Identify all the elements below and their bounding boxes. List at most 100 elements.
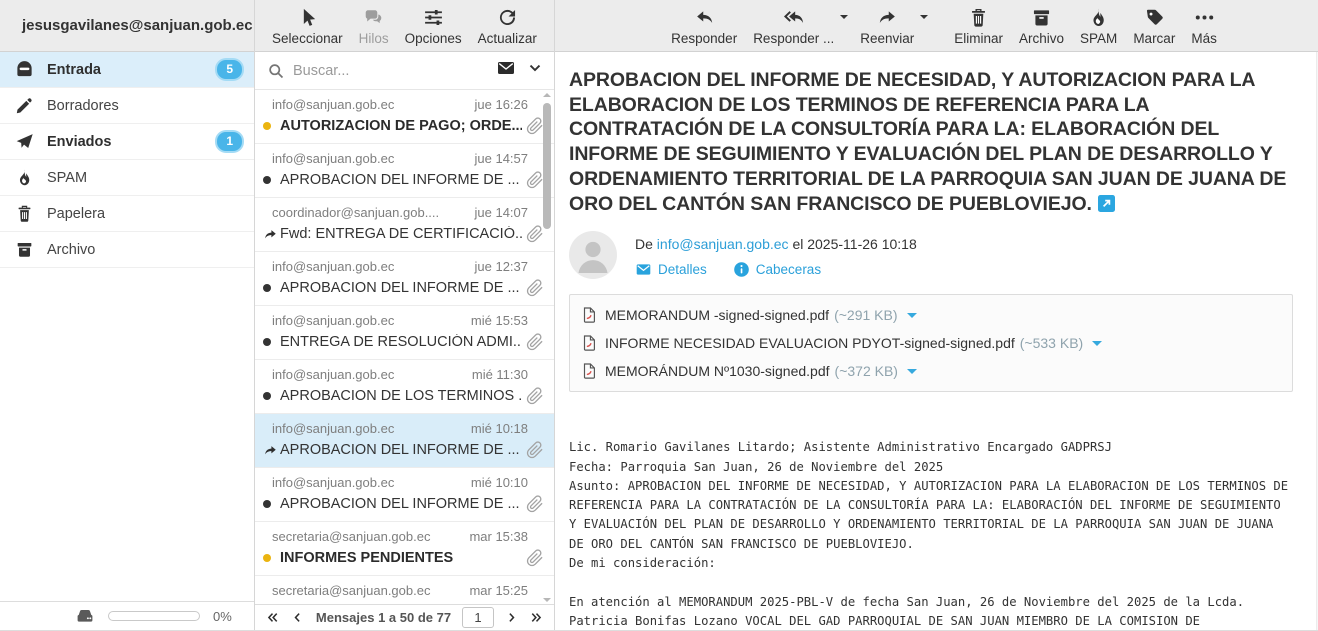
forward-button[interactable]: Reenviar <box>860 5 914 46</box>
sidebar-item-archive[interactable]: Archivo <box>0 232 254 268</box>
reply-all-button[interactable]: Responder ... <box>753 5 834 46</box>
folder-list: Entrada 5 Borradores Enviados 1 SPAM Pap… <box>0 52 254 601</box>
message-list-item[interactable]: secretaria@sanjuan.gob.ec mar 15:38 INFO… <box>255 522 554 576</box>
body-line: Fecha: Parroquia San Juan, 26 de Noviemb… <box>569 458 1293 477</box>
sender-email-link[interactable]: info@sanjuan.gob.ec <box>657 236 789 252</box>
message-subject: APROBACION DEL INFORME DE ... <box>280 442 522 458</box>
message-sender: info@sanjuan.gob.ec <box>272 475 465 490</box>
unread-dot-icon <box>263 284 271 292</box>
message-list-item[interactable]: coordinador@sanjuan.gob.... jue 14:07 Fw… <box>255 198 554 252</box>
message-status-marker[interactable] <box>263 338 280 346</box>
sidebar-item-sent[interactable]: Enviados 1 <box>0 124 254 160</box>
threads-label: Hilos <box>359 31 389 46</box>
sidebar-item-spam[interactable]: SPAM <box>0 160 254 196</box>
next-page-button[interactable] <box>500 609 523 626</box>
message-list-item[interactable]: info@sanjuan.gob.ec jue 14:57 APROBACION… <box>255 144 554 198</box>
sidebar-item-trash[interactable]: Papelera <box>0 196 254 232</box>
sidebar-item-drafts[interactable]: Borradores <box>0 88 254 124</box>
open-in-new-window-icon[interactable] <box>1098 194 1115 219</box>
folder-label: Archivo <box>47 242 95 258</box>
attachment-name[interactable]: INFORME NECESIDAD EVALUACION PDYOT-signe… <box>605 335 1015 351</box>
sidebar-item-inbox[interactable]: Entrada 5 <box>0 52 254 88</box>
message-status-marker[interactable] <box>263 443 280 458</box>
message-list-item[interactable]: info@sanjuan.gob.ec jue 16:26 AUTORIZACI… <box>255 90 554 144</box>
unseen-filter-envelope-icon[interactable] <box>496 58 516 83</box>
unread-count-badge: 5 <box>217 60 242 79</box>
message-list-item[interactable]: info@sanjuan.gob.ec jue 12:37 APROBACION… <box>255 252 554 306</box>
attachment-paperclip-icon <box>526 117 544 135</box>
last-page-button[interactable] <box>525 609 548 626</box>
inbox-icon <box>15 60 34 79</box>
attachment-name[interactable]: MEMORÁNDUM Nº1030-signed.pdf <box>605 363 830 379</box>
tag-icon <box>1144 7 1165 28</box>
attachment-menu-caret-icon[interactable] <box>1092 341 1102 351</box>
message-status-marker[interactable] <box>263 122 280 130</box>
more-button[interactable]: Más <box>1191 5 1217 46</box>
message-date: mar 15:25 <box>469 583 528 598</box>
select-button[interactable]: Seleccionar <box>272 5 343 46</box>
message-status-marker[interactable] <box>263 284 280 292</box>
message-date: mar 15:38 <box>469 529 528 544</box>
sliders-icon <box>423 7 444 28</box>
forward-label: Reenviar <box>860 31 914 46</box>
view-toolbar: Responder Responder ... Reenviar Elimina… <box>555 0 1318 52</box>
prev-page-button[interactable] <box>286 609 309 626</box>
message-date: mié 10:10 <box>471 475 528 490</box>
message-status-marker[interactable] <box>263 176 280 184</box>
reply-button[interactable]: Responder <box>671 5 737 46</box>
message-status-marker[interactable] <box>263 227 280 242</box>
search-options-chevron-down-icon[interactable] <box>526 59 544 82</box>
message-subject: APROBACION DE LOS TERMINOS ... <box>280 388 522 404</box>
attachment-menu-caret-icon[interactable] <box>907 369 917 379</box>
spam-button[interactable]: SPAM <box>1080 5 1117 46</box>
unread-dot-icon <box>263 500 271 508</box>
attachment-menu-caret-icon[interactable] <box>907 313 917 323</box>
mark-button[interactable]: Marcar <box>1133 5 1175 46</box>
message-subject: ENTREGA DE RESOLUCIÓN ADMI... <box>280 334 522 350</box>
message-list-item[interactable]: info@sanjuan.gob.ec mié 10:10 APROBACION… <box>255 468 554 522</box>
headers-toggle[interactable]: Cabeceras <box>733 261 821 278</box>
quota-progress-bar <box>108 611 200 621</box>
subject-text: APROBACION DEL INFORME DE NECESIDAD, Y A… <box>569 69 1286 215</box>
page-number-input[interactable] <box>462 607 494 628</box>
options-button[interactable]: Opciones <box>405 5 462 46</box>
threads-button[interactable]: Hilos <box>359 5 389 46</box>
message-list-item[interactable]: secretaria@sanjuan.gob.ec mar 15:25 <box>255 576 554 604</box>
pdf-file-icon <box>580 362 598 380</box>
archive-icon <box>15 240 34 259</box>
message-date: mié 10:18 <box>471 421 528 436</box>
message-list-item[interactable]: info@sanjuan.gob.ec mié 11:30 APROBACION… <box>255 360 554 414</box>
message-sender: coordinador@sanjuan.gob.... <box>272 205 469 220</box>
message-status-marker[interactable] <box>263 554 280 562</box>
delete-button[interactable]: Eliminar <box>954 5 1003 46</box>
message-sender: info@sanjuan.gob.ec <box>272 97 469 112</box>
reply-all-dropdown-caret-icon[interactable] <box>840 15 848 23</box>
attachment-name[interactable]: MEMORANDUM -signed-signed.pdf <box>605 307 829 323</box>
message-list-item[interactable]: info@sanjuan.gob.ec mié 15:53 ENTREGA DE… <box>255 306 554 360</box>
pager-label: Mensajes 1 a 50 de 77 <box>311 610 456 625</box>
attachment-row[interactable]: MEMORÁNDUM Nº1030-signed.pdf (~372 KB) <box>580 357 1282 385</box>
message-sender: info@sanjuan.gob.ec <box>272 313 465 328</box>
forward-icon <box>877 7 898 28</box>
first-page-button[interactable] <box>261 609 284 626</box>
search-input[interactable] <box>293 63 496 79</box>
message-body: Lic. Romario Gavilanes Litardo; Asistent… <box>569 438 1293 630</box>
attachment-row[interactable]: MEMORANDUM -signed-signed.pdf (~291 KB) <box>580 301 1282 329</box>
message-status-marker[interactable] <box>263 500 280 508</box>
message-subject: APROBACION DEL INFORME DE ... <box>280 280 522 296</box>
message-status-marker[interactable] <box>263 392 280 400</box>
from-prefix: De <box>635 236 653 252</box>
list-scrollbar-thumb[interactable] <box>543 103 551 229</box>
pencil-icon <box>15 96 34 115</box>
avatar <box>569 231 617 279</box>
archive-button[interactable]: Archivo <box>1019 5 1064 46</box>
attachment-row[interactable]: INFORME NECESIDAD EVALUACION PDYOT-signe… <box>580 329 1282 357</box>
refresh-button[interactable]: Actualizar <box>478 5 537 46</box>
message-list-item[interactable]: info@sanjuan.gob.ec mié 10:18 APROBACION… <box>255 414 554 468</box>
forward-dropdown-caret-icon[interactable] <box>920 15 928 23</box>
attachment-paperclip-icon <box>526 549 544 567</box>
details-toggle[interactable]: Detalles <box>635 261 707 278</box>
message-subject: APROBACION DEL INFORME DE ... <box>280 496 522 512</box>
message-datetime: 2025-11-26 10:18 <box>807 236 917 252</box>
attachment-paperclip-icon <box>526 333 544 351</box>
